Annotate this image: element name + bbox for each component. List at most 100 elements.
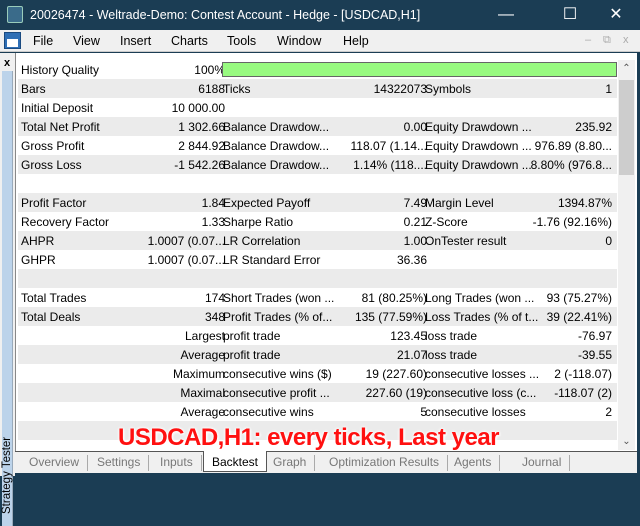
cell-value-3: 2 (-118.07)	[554, 367, 612, 381]
close-panel-icon[interactable]: x	[4, 57, 10, 69]
cell-value-3: 2	[605, 405, 612, 419]
table-row: Maximal consecutive profit ... 227.60 (19)…	[18, 383, 617, 402]
menu-insert[interactable]: Insert	[120, 34, 151, 48]
cell-value-1: 1.84	[201, 196, 225, 210]
chart-window-icon	[4, 32, 21, 49]
tab-overview[interactable]: Overview	[21, 455, 89, 471]
tab-agents[interactable]: Agents	[446, 455, 501, 471]
minimize-button[interactable]: —	[486, 4, 526, 26]
cell-label-3: loss trade	[425, 348, 478, 362]
title-bar: 20026474 - Weltrade-Demo: Contest Accoun…	[0, 0, 640, 30]
app-icon	[7, 6, 23, 23]
table-row: GHPR 1.0007 (0.07... LR Standard Error 36.3…	[18, 250, 617, 269]
cell-label-1: Total Trades	[21, 291, 87, 305]
maximize-button[interactable]: ☐	[550, 4, 590, 26]
cell-value-3: 235.92	[575, 120, 612, 134]
cell-label-1: Profit Factor	[21, 196, 87, 210]
table-row: Gross Profit 2 844.92 Balance Drawdow... 11…	[18, 136, 617, 155]
cell-value-1: 1 302.66	[178, 120, 225, 134]
cell-label-3: Margin Level	[425, 196, 494, 210]
cell-value-1: Maximum	[172, 367, 225, 381]
cell-label-1: GHPR	[21, 253, 56, 267]
cell-label-1: AHPR	[21, 234, 55, 248]
cell-label-3: OnTester result	[425, 234, 507, 248]
table-row: Recovery Factor 1.33 Sharpe Ratio 0.21 Z-Sco…	[18, 212, 617, 231]
cell-value-2: 123.45	[390, 329, 427, 343]
cell-label-1: Recovery Factor	[21, 215, 110, 229]
child-minimize-button[interactable]: –	[585, 34, 591, 46]
tab-optimization-results[interactable]: Optimization Results	[321, 455, 449, 471]
cell-value-1: 1.0007 (0.07...	[147, 253, 225, 267]
cell-value-3: 39 (22.41%)	[546, 310, 612, 324]
cell-value-2: 21.07	[396, 348, 427, 362]
tab-backtest[interactable]: Backtest	[203, 451, 268, 472]
table-row: Largest profit trade 123.45 loss trade -76.9…	[18, 326, 617, 345]
cell-value-1: 1.0007 (0.07...	[147, 234, 225, 248]
table-row: Total Deals 348 Profit Trades (% of... 135 …	[18, 307, 617, 326]
cell-value-3: -76.97	[577, 329, 612, 343]
window-title: 20026474 - Weltrade-Demo: Contest Accoun…	[30, 8, 421, 22]
tab-inputs[interactable]: Inputs	[152, 455, 202, 471]
scroll-up-icon[interactable]: ⌃	[618, 63, 635, 74]
history-quality-bar	[222, 62, 617, 77]
cell-value-2: 36.36	[396, 253, 427, 267]
table-row: Average consecutive wins 5 consecutive loss…	[18, 402, 617, 421]
cell-label-1: Total Deals	[21, 310, 81, 324]
table-row: Total Trades 174 Short Trades (won ... 81 (…	[18, 288, 617, 307]
tab-graph[interactable]: Graph	[265, 455, 316, 471]
cell-value-2: 81 (80.25%)	[361, 291, 427, 305]
cell-label-3: consecutive loss (c...	[425, 386, 537, 400]
cell-value-2: 118.07 (1.14...	[350, 139, 428, 153]
table-row: Gross Loss -1 542.26 Balance Drawdow... 1.1…	[18, 155, 617, 174]
cell-label-2: Balance Drawdow...	[223, 158, 330, 172]
tab-settings[interactable]: Settings	[89, 455, 150, 471]
cell-value-1: 1.33	[201, 215, 225, 229]
cell-label-2: Expected Payoff	[223, 196, 311, 210]
cell-value-1: Average	[180, 348, 225, 362]
child-restore-button[interactable]: ⧉	[603, 34, 611, 47]
cell-label-1: Gross Profit	[21, 139, 85, 153]
close-button[interactable]: ✕	[596, 4, 636, 26]
table-row: Total Net Profit 1 302.66 Balance Drawdow.…	[18, 117, 617, 136]
cell-label-3: consecutive losses ...	[425, 367, 540, 381]
cell-label-3: loss trade	[425, 329, 478, 343]
menu-view[interactable]: View	[73, 34, 100, 48]
cell-label-3: Symbols	[425, 82, 472, 96]
cell-label-2: Profit Trades (% of...	[223, 310, 333, 324]
cell-value-3: 8.80% (976.8...	[530, 158, 612, 172]
menu-help[interactable]: Help	[343, 34, 369, 48]
vertical-scrollbar[interactable]: ⌃ ⌄	[618, 60, 635, 450]
menu-file[interactable]: File	[33, 34, 53, 48]
cell-label-1: Total Net Profit	[21, 120, 100, 134]
menu-tools[interactable]: Tools	[227, 34, 256, 48]
table-row: AHPR 1.0007 (0.07... LR Correlation 1.00 OnT…	[18, 231, 617, 250]
cell-value-1: Largest	[184, 329, 225, 343]
cell-value-3: -39.55	[577, 348, 612, 362]
cell-value-2: 135 (77.59%)	[354, 310, 427, 324]
cell-value-1: -1 542.26	[174, 158, 225, 172]
cell-value-1: 10 000.00	[171, 101, 225, 115]
cell-value-3: 1394.87%	[557, 196, 612, 210]
scroll-thumb[interactable]	[619, 80, 634, 175]
cell-label-3: Loss Trades (% of t...	[425, 310, 539, 324]
menu-window[interactable]: Window	[277, 34, 321, 48]
scroll-down-icon[interactable]: ⌄	[618, 436, 635, 447]
cell-label-2: consecutive profit ...	[223, 386, 330, 400]
cell-value-3: 93 (75.27%)	[546, 291, 612, 305]
tester-tabs: Overview Settings Inputs Backtest Graph Optim…	[15, 451, 637, 473]
backtest-panel: History Quality 100% Bars 6188 Ticks 143220…	[15, 53, 637, 451]
tab-journal[interactable]: Journal	[514, 455, 571, 471]
table-row: Average profit trade 21.07 loss trade -39.55	[18, 345, 617, 364]
strategy-tester-sidebar: x Strategy Tester	[0, 53, 15, 526]
cell-value-2: 1.14% (118....	[353, 158, 427, 172]
cell-label-2: consecutive wins	[223, 405, 314, 419]
menu-charts[interactable]: Charts	[171, 34, 208, 48]
cell-label-2: Balance Drawdow...	[223, 120, 330, 134]
table-row: Bars 6188 Ticks 14322073 Symbols 1	[18, 79, 617, 98]
cell-label-3: Long Trades (won ...	[425, 291, 535, 305]
cell-value-1: 174	[204, 291, 225, 305]
history-quality-label: History Quality	[21, 63, 100, 77]
child-close-button[interactable]: x	[623, 34, 629, 46]
cell-label-2: LR Standard Error	[223, 253, 321, 267]
cell-value-2: 7.49	[403, 196, 427, 210]
